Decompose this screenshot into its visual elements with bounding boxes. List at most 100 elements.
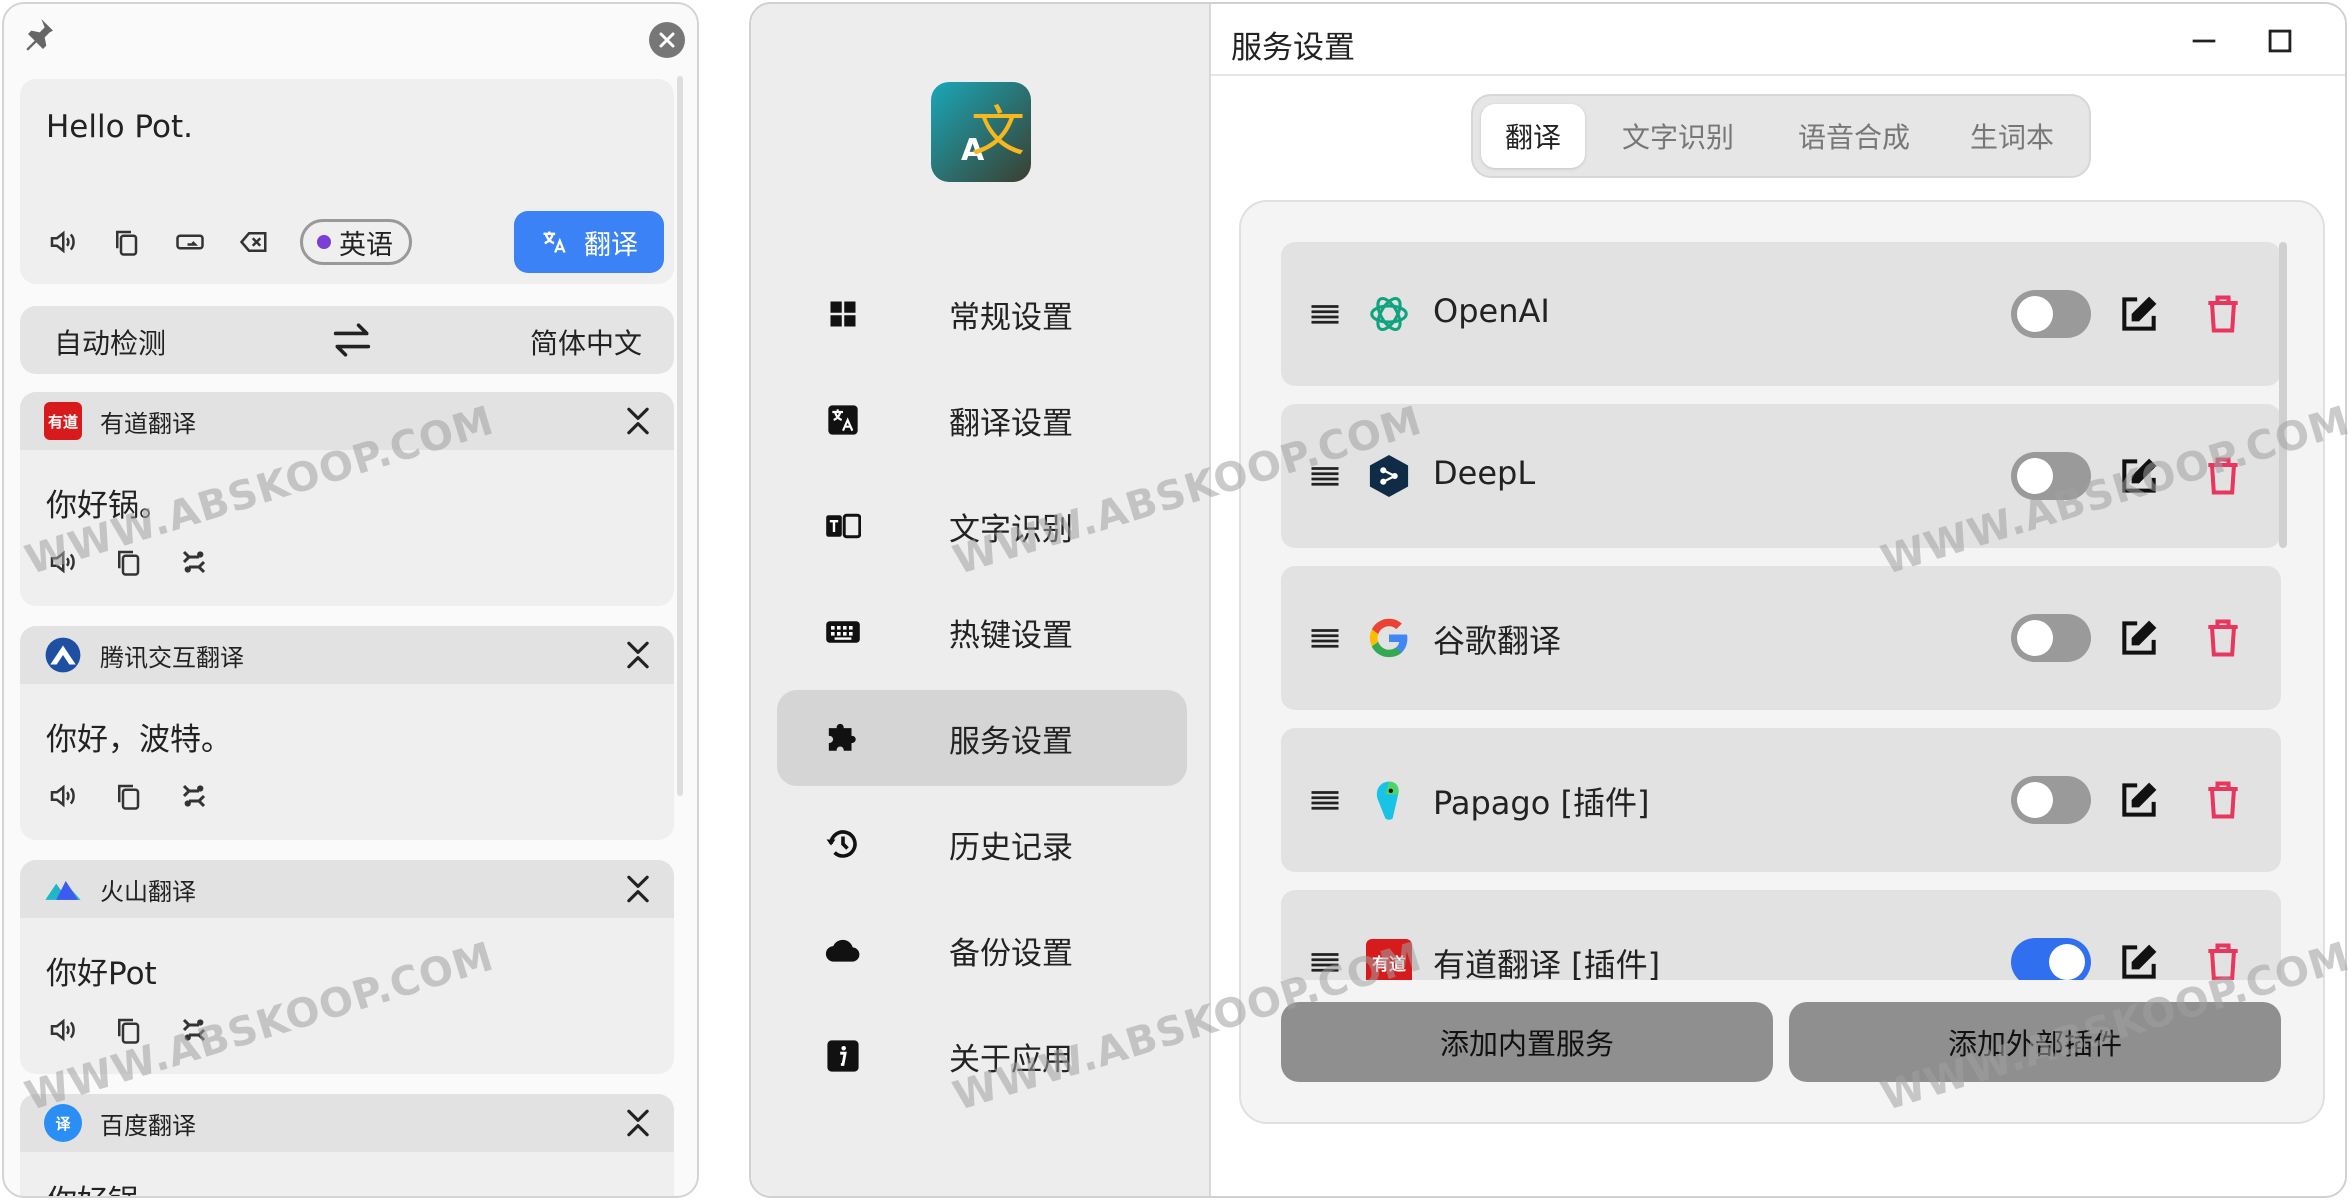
service-enable-toggle[interactable] — [2011, 452, 2091, 500]
result-text: 你好，波特。 — [46, 722, 232, 758]
speaker-icon[interactable] — [44, 224, 80, 260]
result-header: 有道 有道翻译 — [20, 392, 674, 450]
copy-icon[interactable] — [110, 1012, 146, 1048]
sidebar-item-label: 文字识别 — [949, 511, 1073, 548]
result-text: 你好Pot — [46, 956, 157, 992]
sidebar-item-about[interactable]: 关于应用 — [777, 1008, 1187, 1104]
back-translate-icon[interactable] — [176, 778, 212, 814]
drag-handle-icon[interactable] — [1307, 782, 1343, 818]
result-card-youdao: 有道 有道翻译 你好锅。 — [20, 392, 674, 606]
app-logo: A 文 — [931, 82, 1031, 182]
copy-icon[interactable] — [110, 778, 146, 814]
minimize-icon[interactable] — [2187, 24, 2221, 58]
copy-icon[interactable] — [108, 224, 144, 260]
google-logo-icon — [1365, 614, 1413, 662]
delete-icon[interactable] — [2201, 292, 2245, 336]
result-text: 你好锅 — [46, 1176, 139, 1196]
source-language-select[interactable]: 自动检测 — [54, 322, 166, 362]
sidebar-item-backup[interactable]: 备份设置 — [777, 902, 1187, 998]
add-builtin-service-button[interactable]: 添加内置服务 — [1281, 1002, 1773, 1082]
sidebar-item-general[interactable]: 常规设置 — [777, 266, 1187, 362]
delete-icon[interactable] — [2201, 778, 2245, 822]
sidebar-item-service[interactable]: 服务设置 — [777, 690, 1187, 786]
service-row-openai: OpenAI — [1281, 242, 2281, 386]
sidebar-item-ocr[interactable]: 文字识别 — [777, 478, 1187, 574]
edit-icon[interactable] — [2117, 292, 2161, 336]
sidebar-item-label: 翻译设置 — [949, 405, 1073, 442]
speaker-icon[interactable] — [44, 778, 80, 814]
service-row-youdao-plugin: 有道 有道翻译 [插件] — [1281, 890, 2281, 980]
back-translate-icon[interactable] — [176, 1012, 212, 1048]
translate-button[interactable]: 翻译 — [514, 211, 664, 273]
drag-handle-icon[interactable] — [1307, 944, 1343, 980]
service-enable-toggle[interactable] — [2011, 290, 2091, 338]
puzzle-icon — [823, 718, 863, 758]
service-list: OpenAI DeepL 谷歌翻译 Papago [插件] 有道 有道翻译 [插… — [1241, 202, 2323, 980]
swap-languages-icon[interactable] — [332, 322, 372, 358]
copy-icon[interactable] — [110, 544, 146, 580]
back-translate-icon[interactable] — [176, 544, 212, 580]
deepl-logo-icon — [1365, 452, 1413, 500]
service-name: DeepL — [1433, 454, 1536, 492]
youdao-logo-icon: 有道 — [1365, 938, 1413, 980]
detected-language-label: 英语 — [339, 229, 393, 261]
tab-vocabulary[interactable]: 生词本 — [1947, 104, 2077, 168]
sidebar-item-history[interactable]: 历史记录 — [777, 796, 1187, 892]
app-logo-text: 文 — [971, 100, 1025, 163]
text-wrap-icon[interactable] — [172, 224, 208, 260]
source-text-input[interactable]: Hello Pot. — [46, 109, 193, 145]
collapse-icon[interactable] — [622, 1106, 654, 1140]
toggle-knob — [2017, 782, 2053, 818]
service-name: 谷歌翻译 — [1433, 622, 1562, 660]
collapse-icon[interactable] — [622, 404, 654, 438]
language-selector-bar: 自动检测 简体中文 — [20, 306, 674, 374]
sidebar-item-hotkey[interactable]: 热键设置 — [777, 584, 1187, 680]
sidebar-item-label: 关于应用 — [949, 1041, 1073, 1078]
collapse-icon[interactable] — [622, 872, 654, 906]
speaker-icon[interactable] — [44, 544, 80, 580]
service-list-panel: OpenAI DeepL 谷歌翻译 Papago [插件] 有道 有道翻译 [插… — [1239, 200, 2325, 1124]
result-service-name: 火山翻译 — [100, 877, 196, 906]
tab-translate[interactable]: 翻译 — [1481, 104, 1585, 168]
result-header: 火山翻译 — [20, 860, 674, 918]
drag-handle-icon[interactable] — [1307, 458, 1343, 494]
pin-icon[interactable] — [18, 14, 58, 54]
sidebar: A 文 常规设置 翻译设置 文字识别 热键设置 服务设置 历史记录 备份设置 关… — [751, 4, 1211, 1196]
service-enable-toggle[interactable] — [2011, 938, 2091, 980]
tab-ocr[interactable]: 文字识别 — [1597, 104, 1759, 168]
add-external-plugin-button[interactable]: 添加外部插件 — [1789, 1002, 2281, 1082]
collapse-icon[interactable] — [622, 638, 654, 672]
openai-logo-icon — [1365, 290, 1413, 338]
delete-icon[interactable] — [2201, 454, 2245, 498]
result-card-baidu: 译 百度翻译 你好锅 — [20, 1094, 674, 1196]
service-enable-toggle[interactable] — [2011, 776, 2091, 824]
maximize-icon[interactable] — [2263, 24, 2297, 58]
edit-icon[interactable] — [2117, 454, 2161, 498]
service-enable-toggle[interactable] — [2011, 614, 2091, 662]
drag-handle-icon[interactable] — [1307, 620, 1343, 656]
service-row-deepl: DeepL — [1281, 404, 2281, 548]
popup-scrollbar[interactable] — [677, 76, 683, 796]
service-row-google: 谷歌翻译 — [1281, 566, 2281, 710]
result-toolbar — [44, 544, 212, 580]
youdao-logo-text: 有道 — [1366, 939, 1412, 980]
service-name: OpenAI — [1433, 292, 1550, 330]
title-bar: 服务设置 — [1211, 4, 2345, 76]
tab-tts[interactable]: 语音合成 — [1773, 104, 1935, 168]
clear-icon[interactable] — [236, 224, 272, 260]
target-language-select[interactable]: 简体中文 — [530, 322, 642, 362]
speaker-icon[interactable] — [44, 1012, 80, 1048]
close-button[interactable] — [649, 22, 685, 58]
toggle-knob — [2017, 458, 2053, 494]
close-icon[interactable] — [2341, 24, 2345, 58]
result-toolbar — [44, 778, 212, 814]
result-service-name: 有道翻译 — [100, 409, 196, 438]
delete-icon[interactable] — [2201, 940, 2245, 980]
edit-icon[interactable] — [2117, 778, 2161, 822]
edit-icon[interactable] — [2117, 616, 2161, 660]
drag-handle-icon[interactable] — [1307, 296, 1343, 332]
delete-icon[interactable] — [2201, 616, 2245, 660]
service-list-scrollbar[interactable] — [2279, 242, 2287, 548]
sidebar-item-translate[interactable]: 翻译设置 — [777, 372, 1187, 468]
edit-icon[interactable] — [2117, 940, 2161, 980]
